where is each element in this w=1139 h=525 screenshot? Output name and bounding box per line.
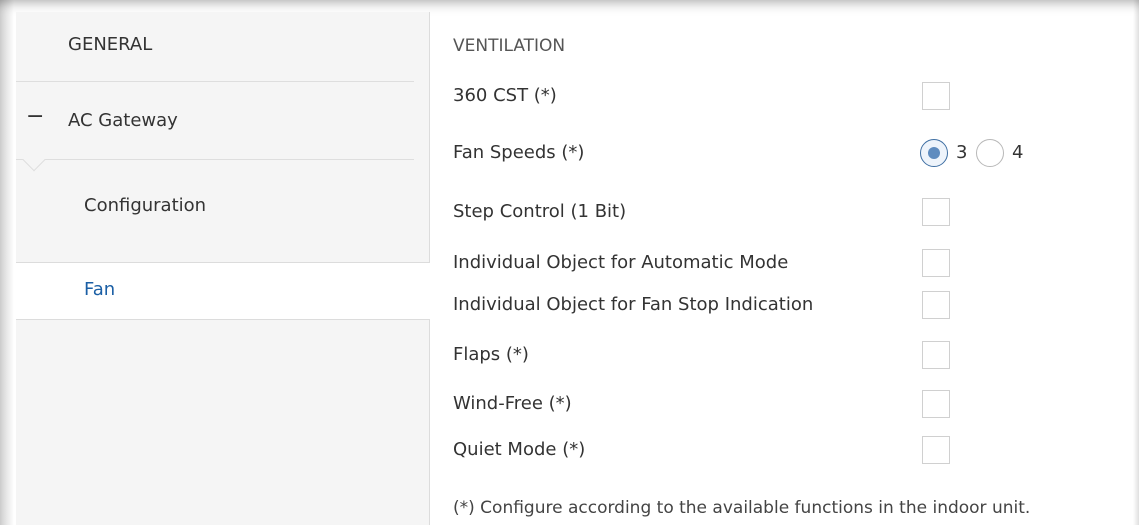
checkbox-flaps[interactable] <box>922 341 950 369</box>
sidebar-item-label: Fan <box>84 279 116 300</box>
radio-label: 3 <box>956 142 968 163</box>
main-panel: VENTILATION 360 CST (*) Fan Speeds (*) 3… <box>431 12 1139 525</box>
sidebar-item-general[interactable]: GENERAL <box>16 12 414 82</box>
sidebar-item-label: AC Gateway <box>68 110 178 131</box>
sidebar-item-label: GENERAL <box>68 34 153 55</box>
option-label: Quiet Mode (*) <box>453 439 586 460</box>
checkbox-fan-stop-object[interactable] <box>922 291 950 319</box>
option-label: Individual Object for Automatic Mode <box>453 252 789 273</box>
option-row-quiet-mode: Quiet Mode (*) <box>453 434 1139 468</box>
sidebar-item-fan[interactable]: Fan <box>16 262 430 320</box>
sidebar-item-configuration[interactable]: Configuration <box>16 160 414 260</box>
checkbox-wind-free[interactable] <box>922 390 950 418</box>
footnote: (*) Configure according to the available… <box>453 498 1031 518</box>
option-label: Wind-Free (*) <box>453 393 572 414</box>
radio-label: 4 <box>1012 142 1024 163</box>
option-label: Step Control (1 Bit) <box>453 201 627 222</box>
checkbox-step-control[interactable] <box>922 198 950 226</box>
option-row-fan-speeds: Fan Speeds (*) 3 4 <box>453 137 1139 171</box>
option-row-wind-free: Wind-Free (*) <box>453 388 1139 422</box>
option-label: 360 CST (*) <box>453 85 557 106</box>
option-row-360-cst: 360 CST (*) <box>453 80 1139 114</box>
radio-fan-speeds-3[interactable] <box>920 139 948 167</box>
option-label: Flaps (*) <box>453 344 529 365</box>
option-row-auto-mode-object: Individual Object for Automatic Mode <box>453 247 1139 281</box>
checkbox-auto-mode-object[interactable] <box>922 249 950 277</box>
checkbox-quiet-mode[interactable] <box>922 436 950 464</box>
sidebar: GENERAL − AC Gateway Configuration Fan <box>16 12 430 525</box>
collapse-icon[interactable]: − <box>26 104 44 129</box>
option-row-fan-stop-object: Individual Object for Fan Stop Indicatio… <box>453 289 1139 323</box>
section-title: VENTILATION <box>453 36 566 56</box>
sidebar-item-label: Configuration <box>84 195 207 216</box>
option-label: Fan Speeds (*) <box>453 142 585 163</box>
sidebar-item-ac-gateway[interactable]: − AC Gateway <box>16 82 414 172</box>
option-row-step-control: Step Control (1 Bit) <box>453 196 1139 230</box>
window-frame: GENERAL − AC Gateway Configuration Fan V… <box>0 0 1139 525</box>
option-label: Individual Object for Fan Stop Indicatio… <box>453 294 814 315</box>
option-row-flaps: Flaps (*) <box>453 339 1139 373</box>
radio-fan-speeds-4[interactable] <box>976 139 1004 167</box>
checkbox-360-cst[interactable] <box>922 82 950 110</box>
